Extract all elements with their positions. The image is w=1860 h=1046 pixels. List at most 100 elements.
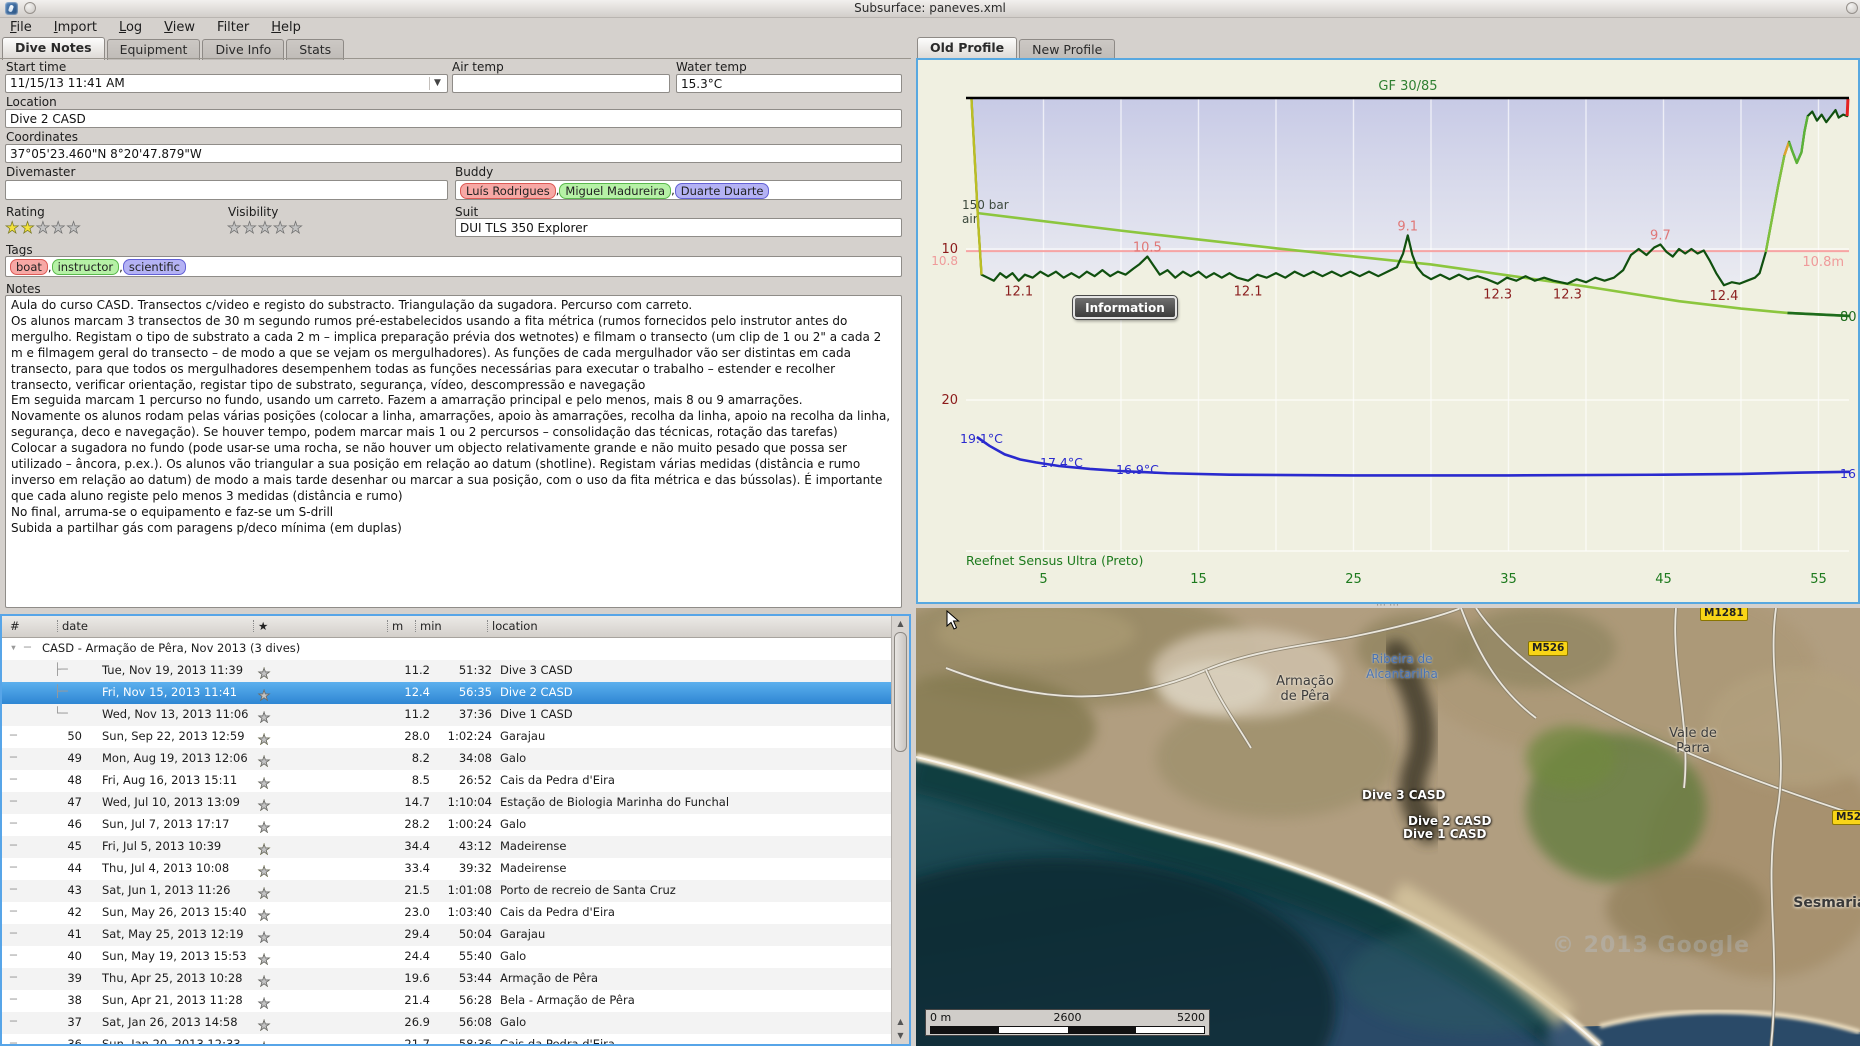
location-field[interactable] [5,109,902,128]
tree-branch: ├─ [54,684,68,698]
buddy-field[interactable]: Luís Rodrigues, Miguel Madureira, Duarte D… [455,180,902,200]
buddy-chip[interactable]: Duarte Duarte [674,182,770,199]
table-row[interactable]: ─ 44 Thu, Jul 4, 2013 10:08 ★ ★ ★ ★ ★ 33.4 39:32 M… [2,858,909,880]
table-row[interactable]: ─ 49 Mon, Aug 19, 2013 12:06 ★ ★ ★ ★ ★ 8.2 34:08 G… [2,748,909,770]
table-row[interactable]: ─ 37 Sat, Jan 26, 2013 14:58 ★ ★ ★ ★ ★ 26.9 56:08… [2,1012,909,1034]
water-temp-label: Water temp [676,60,747,74]
dive-duration: 39:32 [458,861,492,875]
star-filled-icon: ★ [5,218,21,237]
column-header-location[interactable]: location [492,619,538,633]
tab-dive-info[interactable]: Dive Info [202,39,285,60]
menu-import[interactable]: Import [54,20,97,35]
dive-depth: 21.5 [404,883,430,897]
tree-line: ─ [10,772,17,786]
tab-stats[interactable]: Stats [286,39,345,60]
tree-line: ─ [10,860,17,874]
svg-text:55: 55 [1810,572,1827,587]
dive-depth: 33.4 [404,861,430,875]
column-header-min[interactable]: min [420,619,442,633]
tag-chip[interactable]: scientific [122,259,186,275]
table-row[interactable]: ─ 46 Sun, Jul 7, 2013 17:17 ★ ★ ★ ★ ★ 28.2 1:00:2… [2,814,909,836]
scroll-up-icon[interactable]: ▲ [893,617,908,631]
chevron-down-icon[interactable]: ▼ [429,77,445,90]
suit-field[interactable] [455,218,902,237]
table-row[interactable]: ├─ Tue, Nov 19, 2013 11:39 ★ ★ ★ ★ ★ 11.2 51:32 D… [2,660,909,682]
scale-bar-segments [930,1026,1205,1034]
profile-tab-bar: Old Profile New Profile [917,37,1116,60]
table-row[interactable]: ─ 39 Thu, Apr 25, 2013 10:28 ★ ★ ★ ★ ★ 19.6 53:44… [2,968,909,990]
menu-filter[interactable]: Filter [217,20,249,35]
map-panel[interactable]: Armação de Pêra Ribeira de Alcantarilha Va… [916,608,1860,1046]
tree-line: ─ [10,948,17,962]
column-header-date[interactable]: date [62,619,88,633]
dive-date: Mon, Aug 19, 2013 12:06 [102,751,248,765]
title-bar[interactable]: Subsurface: paneves.xml [0,0,1860,18]
dive-location: Bela - Armação de Pêra [500,993,635,1007]
table-row[interactable]: ─ 42 Sun, May 26, 2013 15:40 ★ ★ ★ ★ ★ 23.0 1:03:… [2,902,909,924]
buddy-chip[interactable]: Luís Rodrigues [460,182,556,199]
table-row[interactable]: ─ 40 Sun, May 19, 2013 15:53 ★ ★ ★ ★ ★ 24.4 55:40… [2,946,909,968]
table-row[interactable]: ─36Sun, Jan 20, 2013 12:33★★★★★21.758:36… [2,1034,909,1046]
table-row[interactable]: ─ 38 Sun, Apr 21, 2013 11:28 ★ ★ ★ ★ ★ 21.4 56:28… [2,990,909,1012]
menu-log[interactable]: Log [119,20,142,35]
water-temp-field[interactable] [676,74,902,93]
table-row[interactable]: ─ 47 Wed, Jul 10, 2013 13:09 ★ ★ ★ ★ ★ 14.7 1:10:… [2,792,909,814]
rating-stars[interactable]: ★★★★★ [5,218,82,237]
titlebar-close-button[interactable] [1846,2,1858,14]
star-empty-icon: ★ [258,710,271,727]
tab-old-profile[interactable]: Old Profile [917,37,1018,60]
star-empty-icon: ★ [258,820,271,837]
column-header-stars[interactable]: ★ [258,619,268,633]
dive-depth: 24.4 [404,949,430,963]
dive-duration: 56:08 [458,1015,492,1029]
table-row[interactable]: ─ 43 Sat, Jun 1, 2013 11:26 ★ ★ ★ ★ ★ 21.5 1:01:0… [2,880,909,902]
start-time-combo[interactable]: 11/15/13 11:41 AM ▼ [5,74,448,93]
air-temp-field[interactable] [452,74,670,93]
svg-text:12.1: 12.1 [1004,285,1033,300]
tab-equipment[interactable]: Equipment [106,39,201,60]
dive-location: Cais da Pedra d'Eira [500,905,615,919]
star-empty-icon: ★ [258,952,271,969]
column-header-#[interactable]: # [10,619,20,633]
table-row[interactable]: ├─ Fri, Nov 15, 2013 11:41 ★ ★ ★ ★ ★ 12.4 56:35 D… [2,682,909,704]
svg-text:Reefnet Sensus Ultra (Preto): Reefnet Sensus Ultra (Preto) [966,553,1143,568]
table-row[interactable]: └─ Wed, Nov 13, 2013 11:06 ★ ★ ★ ★ ★ 11.2 37:36 D… [2,704,909,726]
tab-new-profile[interactable]: New Profile [1019,39,1116,60]
dive-site-label: Dive 1 CASD [1403,827,1487,841]
scroll-up2-icon[interactable]: ▲ [893,1015,908,1029]
road-badge: M1281 [1700,608,1748,621]
scroll-down-icon[interactable]: ▼ [893,1029,908,1043]
table-row[interactable]: ─ 48 Fri, Aug 16, 2013 15:11 ★ ★ ★ ★ ★ 8.5 26:52 C… [2,770,909,792]
menu-view[interactable]: View [164,20,195,35]
tags-field[interactable]: boat, instructor, scientific [5,256,902,277]
dive-table-header[interactable]: # date ★ m min location [2,616,909,638]
dive-list-table[interactable]: # date ★ m min location ▾ ─ CASD - Armação de P… [0,614,911,1046]
scrollbar-thumb[interactable] [894,632,907,752]
table-row[interactable]: ─ 41 Sat, May 25, 2013 12:19 ★ ★ ★ ★ ★ 29.4 50:04… [2,924,909,946]
dive-location: Armação de Pêra [500,971,599,985]
dive-list-scrollbar[interactable]: ▲ ▲ ▼ [891,616,909,1044]
tag-chip[interactable]: boat [10,259,48,275]
star-empty-icon: ★ [35,218,52,237]
trip-row[interactable]: ▾ ─ CASD - Armação de Pêra, Nov 2013 (3 di… [2,638,909,660]
dive-profile-panel[interactable]: 10.8 10.8m 150 bar air 80 19.1°C 17.4°C 16.9°C 1… [916,58,1860,604]
table-row[interactable]: ─ 45 Fri, Jul 5, 2013 10:39 ★ ★ ★ ★ ★ 34.4 43:12 M… [2,836,909,858]
notes-field[interactable]: Aula do curso CASD. Transectos c/video e… [5,295,902,608]
menu-help[interactable]: Help [271,20,301,35]
expander-icon[interactable]: ▾ [10,640,17,654]
coordinates-field[interactable] [5,144,902,163]
tab-dive-notes[interactable]: Dive Notes [2,37,105,60]
buddy-chip[interactable]: Miguel Madureira [559,182,672,199]
start-time-label: Start time [6,60,67,74]
divemaster-field[interactable] [5,180,448,200]
visibility-stars[interactable]: ★★★★★ [227,218,304,237]
dive-number: 36 [67,1037,82,1046]
tag-chip[interactable]: instructor [51,259,120,275]
dive-number: 47 [67,795,82,809]
column-header-m[interactable]: m [392,619,403,633]
table-row[interactable]: ─ 50 Sun, Sep 22, 2013 12:59 ★ ★ ★ ★ ★ 28.0 1:02:… [2,726,909,748]
information-tooltip[interactable]: Information [1072,295,1178,320]
svg-text:10.5: 10.5 [1133,241,1162,256]
menu-file[interactable]: File [10,20,32,35]
star-empty-icon: ★ [258,776,271,793]
